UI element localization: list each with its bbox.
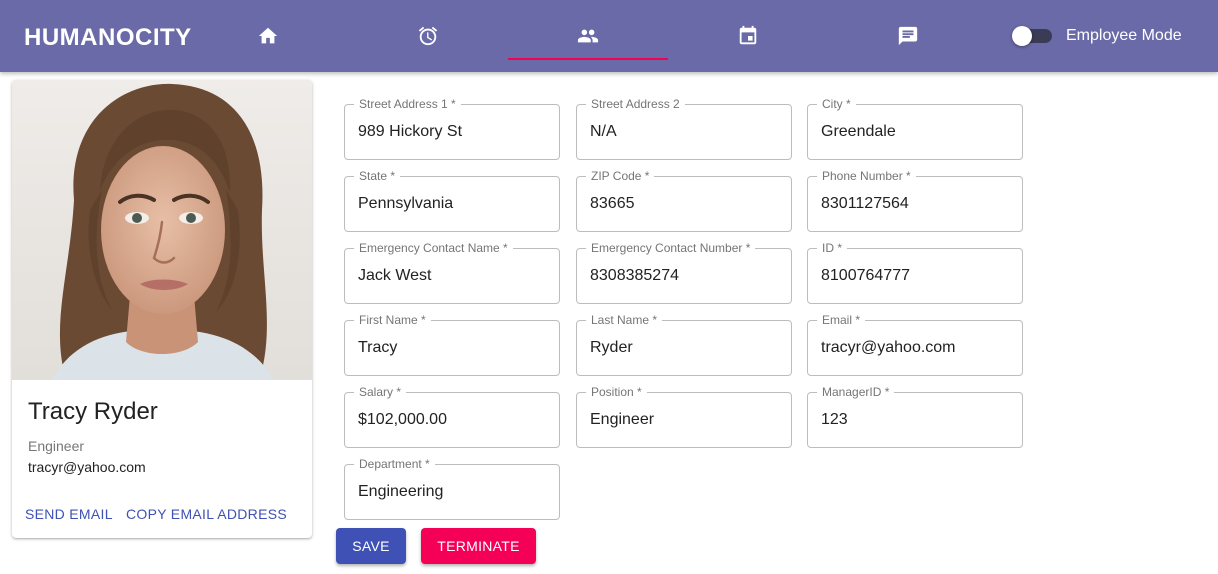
first-name-field[interactable]: First Name * [344,313,560,376]
position-field[interactable]: Position * [576,385,792,448]
manager-id-label: ManagerID * [817,385,895,399]
employee-mode-label: Employee Mode [1066,27,1182,44]
first-name-input[interactable] [358,337,548,359]
emergency-contact-number-field[interactable]: Emergency Contact Number * [576,241,792,304]
alarm-icon [418,26,438,46]
toggle-thumb [1012,26,1032,46]
salary-input[interactable] [358,409,548,431]
department-input[interactable] [358,481,548,503]
tab-calendar[interactable] [668,12,828,60]
phone-number-label: Phone Number * [817,169,916,183]
send-email-button[interactable]: SEND EMAIL [25,506,113,522]
salary-field[interactable]: Salary * [344,385,560,448]
profile-card: Tracy Ryder Engineer tracyr@yahoo.com SE… [12,80,312,538]
id-label: ID * [817,241,848,255]
email-input[interactable] [821,337,1011,359]
zip-code-field[interactable]: ZIP Code * [576,169,792,232]
calendar-icon [739,25,757,45]
email-field[interactable]: Email * [807,313,1023,376]
id-field[interactable]: ID * [807,241,1023,304]
street-address-2-field[interactable]: Street Address 2 [576,97,792,160]
save-button[interactable]: SAVE [336,528,406,564]
street-address-2-input[interactable] [590,121,780,143]
chat-icon [898,26,918,46]
manager-id-field[interactable]: ManagerID * [807,385,1023,448]
emergency-contact-number-label: Emergency Contact Number * [586,241,756,255]
city-field[interactable]: City * [807,97,1023,160]
phone-number-field[interactable]: Phone Number * [807,169,1023,232]
profile-photo [12,80,312,380]
employee-email: tracyr@yahoo.com [28,459,146,475]
zip-code-input[interactable] [590,193,780,215]
manager-id-input[interactable] [821,409,1011,431]
home-icon [258,27,278,44]
state-input[interactable] [358,193,548,215]
app-bar: HUMANOCITY Employee Mode [0,0,1218,72]
emergency-contact-name-input[interactable] [358,265,548,287]
tab-schedule[interactable] [348,12,508,60]
phone-number-input[interactable] [821,193,1011,215]
last-name-label: Last Name * [586,313,663,327]
portrait-image [12,80,312,380]
department-field[interactable]: Department * [344,457,560,520]
street-address-1-input[interactable] [358,121,548,143]
first-name-label: First Name * [354,313,431,327]
last-name-field[interactable]: Last Name * [576,313,792,376]
position-label: Position * [586,385,647,399]
emergency-contact-number-input[interactable] [590,265,780,287]
state-field[interactable]: State * [344,169,560,232]
tab-messages[interactable] [828,12,988,60]
tab-home[interactable] [188,12,348,60]
city-label: City * [817,97,856,111]
city-input[interactable] [821,121,1011,143]
emergency-contact-name-label: Emergency Contact Name * [354,241,513,255]
email-label: Email * [817,313,866,327]
people-icon [577,29,599,43]
state-label: State * [354,169,401,183]
street-address-1-field[interactable]: Street Address 1 * [344,97,560,160]
terminate-button[interactable]: TERMINATE [421,528,536,564]
street-address-2-label: Street Address 2 [586,97,685,111]
position-input[interactable] [590,409,780,431]
employee-mode-toggle[interactable]: Employee Mode [1012,22,1182,50]
brand-logo[interactable]: HUMANOCITY [24,24,192,52]
salary-label: Salary * [354,385,407,399]
employee-position: Engineer [28,438,85,454]
copy-email-button[interactable]: COPY EMAIL ADDRESS [126,506,287,522]
street-address-1-label: Street Address 1 * [354,97,461,111]
zip-code-label: ZIP Code * [586,169,655,183]
id-input[interactable] [821,265,1011,287]
tab-employees[interactable] [508,12,668,60]
emergency-contact-name-field[interactable]: Emergency Contact Name * [344,241,560,304]
department-label: Department * [354,457,435,471]
employee-name: Tracy Ryder [28,398,158,425]
last-name-input[interactable] [590,337,780,359]
toggle-switch[interactable] [1012,26,1052,46]
